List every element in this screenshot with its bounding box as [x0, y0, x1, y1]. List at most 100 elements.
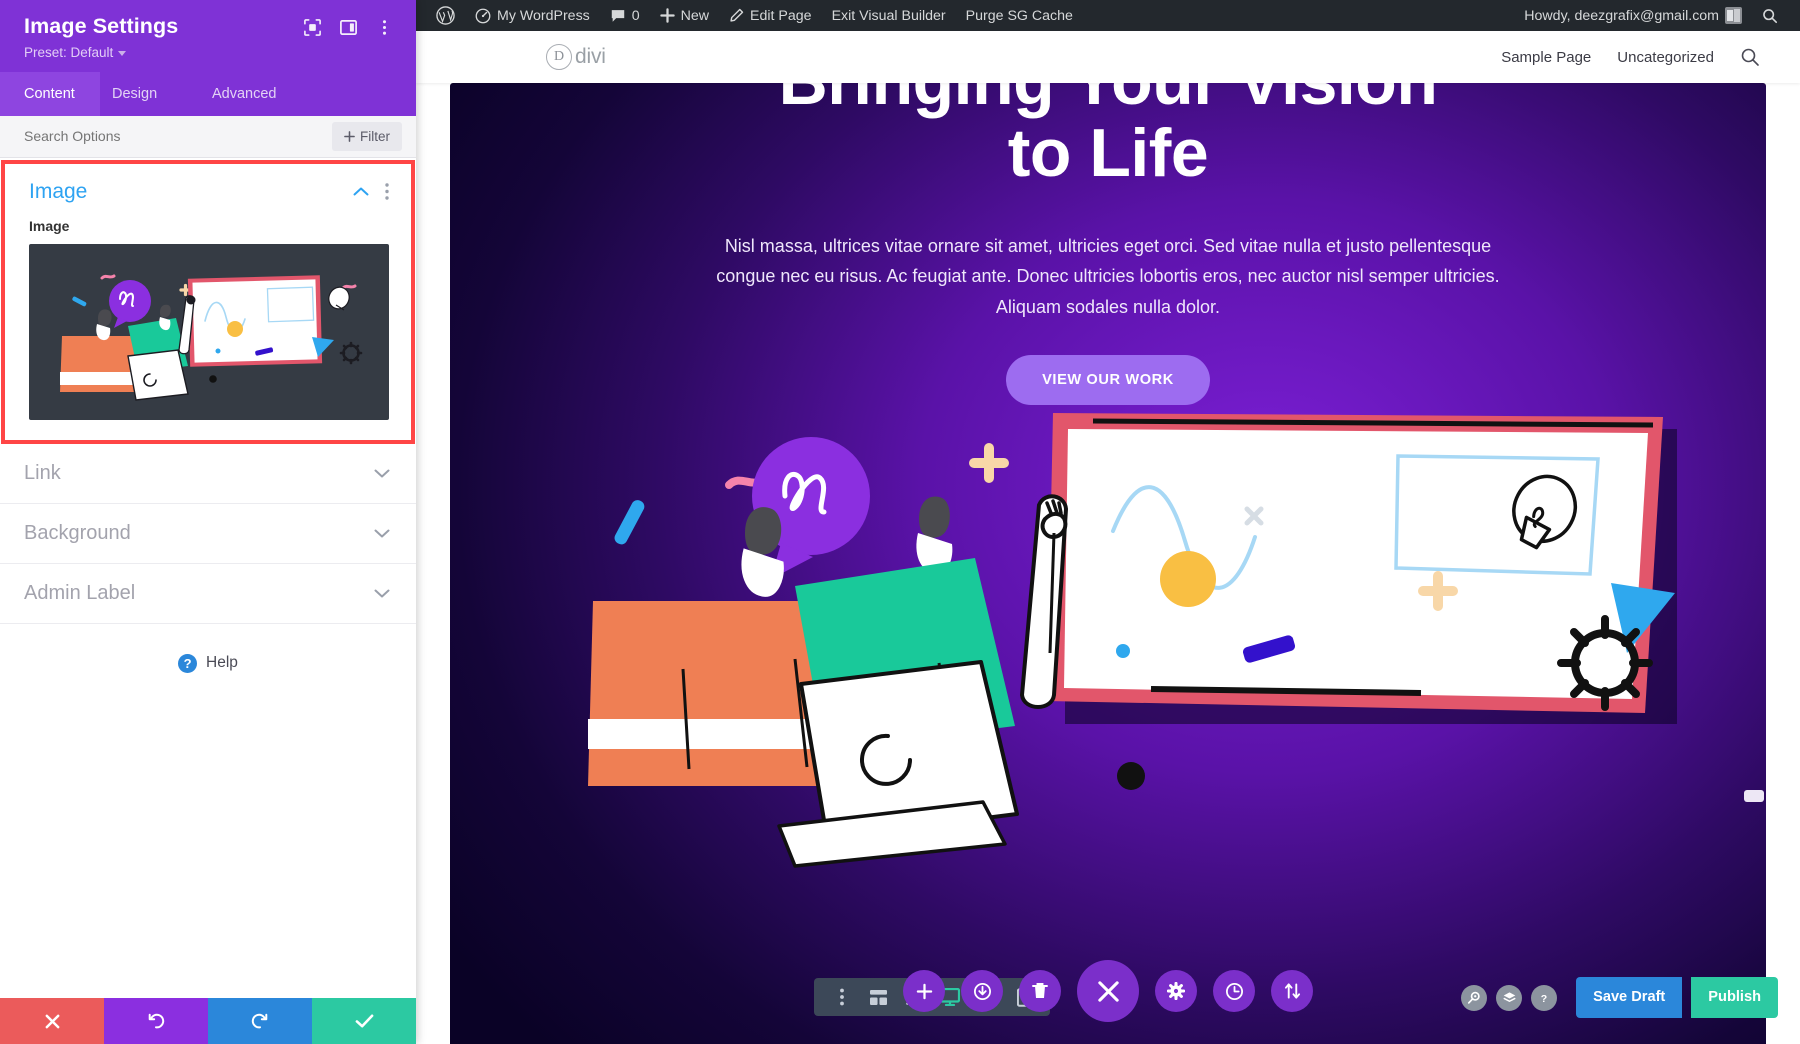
trash-button[interactable]: [1019, 970, 1061, 1012]
settings-panel-action-bar: [0, 998, 416, 1044]
responsive-more-options-button[interactable]: [824, 978, 860, 1016]
checkmark-icon: [355, 1014, 373, 1028]
view-our-work-button[interactable]: VIEW OUR WORK: [1006, 354, 1210, 405]
panel-header-icons: [303, 14, 394, 37]
tab-advanced[interactable]: Advanced: [200, 72, 330, 116]
wireframe-icon: [869, 989, 887, 1005]
save-button[interactable]: [312, 998, 416, 1044]
svg-text:?: ?: [1541, 993, 1547, 1005]
kebab-menu-icon[interactable]: [375, 18, 394, 37]
tab-content[interactable]: Content: [0, 71, 100, 116]
settings-button[interactable]: [1155, 970, 1197, 1012]
cancel-button[interactable]: [0, 998, 104, 1044]
thumbnail-illustration: [50, 243, 368, 420]
redo-button[interactable]: [208, 998, 312, 1044]
focus-frame-icon[interactable]: [303, 18, 322, 37]
admin-bar-new[interactable]: New: [650, 0, 719, 31]
close-menu-button[interactable]: [1077, 960, 1139, 1022]
search-icon[interactable]: [1740, 47, 1760, 67]
admin-bar-exit-visual-builder[interactable]: Exit Visual Builder: [822, 0, 956, 31]
divi-logo-icon: D: [546, 44, 572, 70]
filter-button-label: Filter: [360, 128, 390, 144]
site-logo-text: divi: [575, 45, 606, 68]
dashboard-icon: [475, 8, 491, 23]
save-draft-button[interactable]: Save Draft: [1576, 977, 1683, 1018]
image-thumbnail-preview[interactable]: [29, 243, 389, 420]
reorder-button[interactable]: [1271, 970, 1313, 1012]
admin-bar-site-label: My WordPress: [497, 7, 590, 24]
image-section-title: Image: [29, 179, 88, 203]
image-settings-panel: Image Settings Preset: Default Content D…: [0, 0, 416, 1044]
admin-bar-edit-page[interactable]: Edit Page: [719, 0, 822, 31]
publish-button[interactable]: Publish: [1691, 977, 1778, 1018]
history-button[interactable]: [1213, 970, 1255, 1012]
preset-label: Preset: Default: [24, 44, 114, 60]
panel-layout-icon[interactable]: [339, 18, 358, 37]
add-section-button[interactable]: [903, 970, 945, 1012]
chevron-down-icon: [374, 469, 390, 478]
chevron-down-icon: [118, 50, 127, 56]
admin-bar-wordpress-logo[interactable]: [426, 0, 465, 31]
plus-icon: [344, 130, 355, 142]
wordpress-logo-icon: [436, 6, 455, 25]
question-mark-icon: ?: [178, 653, 198, 673]
filter-button[interactable]: Filter: [332, 121, 402, 151]
hero-illustration: [450, 401, 1766, 921]
settings-panel-header: Image Settings Preset: Default: [0, 0, 416, 72]
gear-icon: [339, 341, 363, 365]
kebab-menu-icon: [840, 988, 844, 1006]
section-row-admin-label[interactable]: Admin Label: [0, 563, 416, 624]
zoom-toggle-button[interactable]: [1461, 984, 1488, 1011]
undo-arrow-icon: [148, 1013, 165, 1029]
section-link-title: Link: [24, 461, 61, 484]
section-admin-label-title: Admin Label: [24, 581, 136, 604]
chevron-up-icon[interactable]: [353, 186, 369, 197]
layers-button[interactable]: [1496, 984, 1523, 1011]
divi-visual-builder-screen: Image Settings Preset: Default Content D…: [0, 0, 1800, 1044]
preset-selector[interactable]: Preset: Default: [24, 45, 394, 60]
admin-bar-exit-label: Exit Visual Builder: [831, 7, 946, 24]
section-background-title: Background: [24, 521, 131, 544]
admin-bar-comments[interactable]: 0: [600, 0, 650, 31]
hero-heading: Bringing Your Vision to Life: [450, 83, 1766, 189]
close-x-icon: [1097, 980, 1119, 1002]
search-icon: [1763, 8, 1778, 23]
help-link[interactable]: ? Help: [0, 623, 416, 673]
pencil-icon: [730, 8, 744, 22]
panel-title: Image Settings: [24, 14, 179, 38]
up-down-arrows-icon: [1284, 983, 1300, 999]
gear-icon: [1167, 982, 1185, 1000]
search-input[interactable]: [24, 128, 274, 145]
image-field-label: Image: [29, 217, 70, 234]
admin-bar-search[interactable]: [1752, 0, 1788, 31]
section-row-background[interactable]: Background: [0, 503, 416, 564]
redo-arrow-icon: [251, 1013, 268, 1029]
wireframe-view-button[interactable]: [860, 978, 896, 1016]
save-to-library-button[interactable]: [961, 970, 1003, 1012]
site-logo[interactable]: D divi: [546, 44, 606, 70]
hero-heading-line1: Bringing Your Vision: [779, 83, 1438, 119]
admin-bar-site-name[interactable]: My WordPress: [465, 0, 600, 31]
hero-section: Bringing Your Vision to Life Nisl massa,…: [450, 83, 1766, 1044]
nav-item-uncategorized[interactable]: Uncategorized: [1617, 49, 1714, 66]
admin-bar-greeting: Howdy, deezgrafix@gmail.com: [1524, 7, 1719, 24]
help-button[interactable]: ?: [1531, 984, 1558, 1011]
settings-panel-body: Image Image Link Background Admin Label …: [0, 157, 416, 998]
admin-bar-comment-count: 0: [631, 7, 640, 24]
close-x-icon: [45, 1014, 59, 1028]
kebab-menu-icon[interactable]: [385, 183, 389, 200]
scroll-indicator: [1744, 790, 1764, 802]
tab-design[interactable]: Design: [100, 72, 200, 116]
builder-right-actions: ? Save Draft Publish: [1461, 977, 1778, 1018]
site-navigation: Sample Page Uncategorized: [1501, 47, 1760, 67]
undo-button[interactable]: [104, 998, 208, 1044]
admin-bar-purge-sg-cache[interactable]: Purge SG Cache: [956, 0, 1083, 31]
site-header: D divi Sample Page Uncategorized: [416, 31, 1800, 83]
power-download-icon: [973, 982, 991, 1000]
nav-item-sample-page[interactable]: Sample Page: [1501, 49, 1591, 66]
layers-icon: [1503, 992, 1516, 1002]
admin-bar-account[interactable]: Howdy, deezgrafix@gmail.com: [1514, 0, 1752, 31]
chevron-down-icon: [374, 529, 390, 538]
admin-bar-edit-page-label: Edit Page: [750, 7, 812, 24]
section-row-link[interactable]: Link: [0, 443, 416, 504]
